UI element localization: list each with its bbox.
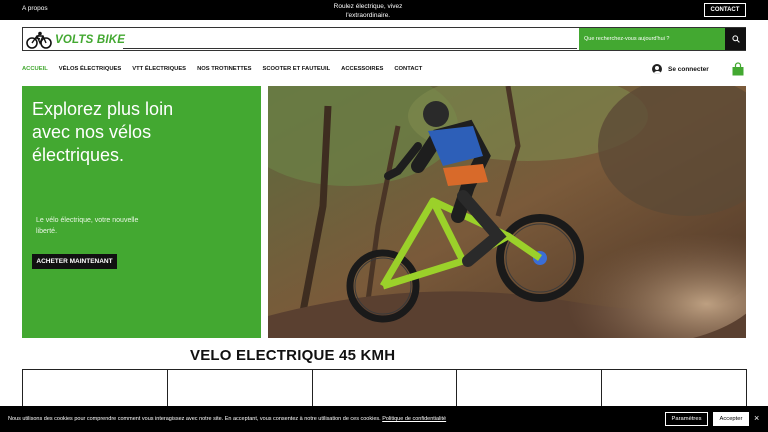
- cookie-message: Nous utilisons des cookies pour comprend…: [8, 416, 381, 422]
- nav-item-scooter-fauteuil[interactable]: SCOOTER ET FAUTEUIL: [263, 66, 331, 76]
- cookie-settings-button[interactable]: Paramètres: [665, 412, 708, 426]
- search-button[interactable]: [725, 28, 746, 50]
- cookie-text: Nous utilisons des cookies pour comprend…: [8, 416, 446, 422]
- product-card[interactable]: [22, 369, 168, 409]
- site-header: VOLTS BIKE Que recherchez-vous aujourd'h…: [22, 27, 746, 51]
- close-icon[interactable]: ×: [754, 414, 759, 423]
- logo[interactable]: VOLTS BIKE: [26, 31, 125, 49]
- tagline: Roulez électrique, vivez l'extraordinair…: [333, 3, 403, 19]
- search-placeholder: Que recherchez-vous aujourd'hui ?: [584, 36, 670, 42]
- cookie-accept-button[interactable]: Accepter: [713, 412, 749, 426]
- login-label: Se connecter: [668, 65, 709, 73]
- nav-item-accueil[interactable]: ACCUEIL: [22, 66, 48, 76]
- hero-headline: Explorez plus loin avec nos vélos électr…: [32, 99, 174, 165]
- buy-now-button[interactable]: ACHETER MAINTENANT: [32, 254, 117, 269]
- search-input[interactable]: Que recherchez-vous aujourd'hui ?: [579, 28, 725, 50]
- section-title: VELO ELECTRIQUE 45 KMH: [190, 347, 396, 364]
- hero-image: [268, 86, 746, 338]
- nav-item-contact[interactable]: CONTACT: [394, 66, 422, 76]
- main-navigation: ACCUEIL VÉLOS ÉLECTRIQUES VTT ÉLECTRIQUE…: [22, 66, 433, 76]
- product-card[interactable]: [311, 369, 458, 409]
- product-card[interactable]: [456, 369, 603, 409]
- nav-item-velos-electriques[interactable]: VÉLOS ÉLECTRIQUES: [59, 66, 122, 76]
- about-link[interactable]: A propos: [22, 5, 48, 12]
- privacy-policy-link[interactable]: Politique de confidentialité: [382, 416, 446, 422]
- product-card[interactable]: [601, 369, 747, 409]
- shopping-bag-icon[interactable]: [732, 62, 744, 76]
- user-avatar-icon: [652, 64, 662, 74]
- product-grid: [22, 369, 747, 409]
- product-card[interactable]: [166, 369, 313, 409]
- hero-subtext: Le vélo électrique, votre nouvelle liber…: [36, 217, 139, 235]
- nav-item-trotinettes[interactable]: NOS TROTINETTES: [197, 66, 251, 76]
- nav-item-accessoires[interactable]: ACCESSOIRES: [341, 66, 383, 76]
- top-announcement-bar: A propos Roulez électrique, vivez l'extr…: [0, 0, 768, 20]
- nav-item-vtt-electriques[interactable]: VTT ÉLECTRIQUES: [132, 66, 186, 76]
- search-icon: [731, 35, 740, 43]
- cookie-banner: Nous utilisons des cookies pour comprend…: [0, 406, 768, 432]
- mountain-bike-rider-photo: [268, 86, 746, 338]
- logo-underline: [123, 48, 577, 49]
- contact-button[interactable]: CONTACT: [704, 3, 746, 17]
- hero-panel: Explorez plus loin avec nos vélos électr…: [22, 86, 261, 338]
- bicycle-logo-icon: [26, 31, 52, 49]
- login-button[interactable]: Se connecter: [652, 64, 709, 74]
- logo-text: VOLTS BIKE: [55, 34, 126, 46]
